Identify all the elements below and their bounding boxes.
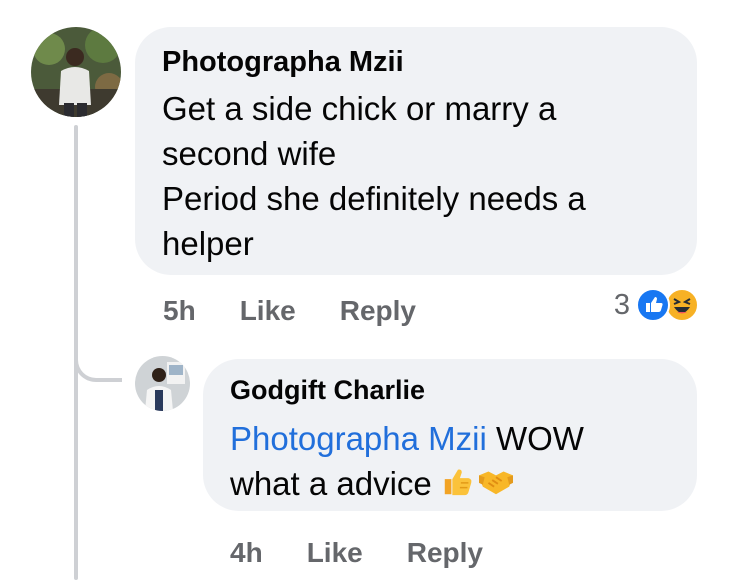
reaction-count: 3 <box>613 288 630 321</box>
reply-text: Photographa Mzii WOW what a advice <box>230 416 671 509</box>
comment-actions: 5h Like Reply <box>163 293 460 329</box>
avatar[interactable] <box>135 356 190 411</box>
thumbs-up-emoji <box>441 464 475 509</box>
reply-text-fragment: what a advice <box>230 465 441 503</box>
comment-text-line: Get a side chick or marry a <box>162 89 557 127</box>
reaction-summary[interactable]: 3 <box>614 288 699 322</box>
reply-button[interactable]: Reply <box>340 295 416 327</box>
like-button[interactable]: Like <box>240 295 296 327</box>
comment-bubble: Photographa Mzii Get a side chick or mar… <box>135 27 697 275</box>
haha-icon <box>665 288 699 322</box>
reply-author[interactable]: Godgift Charlie <box>230 373 671 408</box>
reply-text-fragment: WOW <box>486 420 584 458</box>
comment-text-line: helper <box>162 224 254 262</box>
reply-text-line: what a advice <box>230 461 671 509</box>
reply-actions: 4h Like Reply <box>230 535 527 571</box>
comment-text-line: Period she definitely needs a <box>162 179 586 217</box>
comment-text-line: second wife <box>162 134 337 172</box>
reply-button[interactable]: Reply <box>407 537 483 569</box>
timestamp[interactable]: 5h <box>163 295 196 327</box>
comment-text: Get a side chick or marry a second wife … <box>162 86 671 266</box>
avatar[interactable] <box>31 27 121 117</box>
like-button[interactable]: Like <box>307 537 363 569</box>
reply-bubble: Godgift Charlie Photographa Mzii WOW wha… <box>203 359 697 511</box>
mention-link[interactable]: Photographa Mzii <box>230 420 487 457</box>
comment-author[interactable]: Photographa Mzii <box>162 44 671 82</box>
like-icon <box>636 288 670 322</box>
timestamp[interactable]: 4h <box>230 537 263 569</box>
reply-connector <box>74 346 122 382</box>
handshake-emoji <box>477 464 515 509</box>
reply-text-line: Photographa Mzii WOW <box>230 416 671 461</box>
